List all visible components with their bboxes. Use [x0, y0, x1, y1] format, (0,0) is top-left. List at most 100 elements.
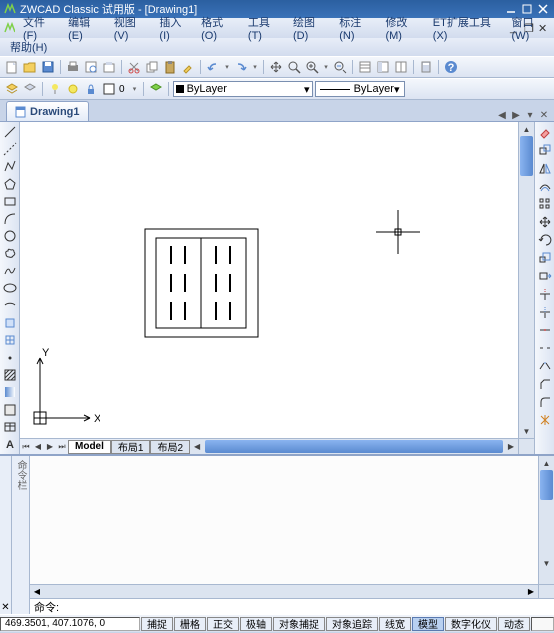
status-otrack[interactable]: 对象追踪 — [326, 617, 378, 631]
menu-edit[interactable]: 编辑(E) — [62, 12, 108, 44]
make-block-tool[interactable] — [2, 333, 18, 348]
arc-tool[interactable] — [2, 211, 18, 226]
calculator-button[interactable] — [418, 59, 434, 75]
new-button[interactable] — [4, 59, 20, 75]
rectangle-tool[interactable] — [2, 194, 18, 209]
stretch-tool[interactable] — [537, 268, 553, 284]
scroll-down-icon[interactable]: ▼ — [519, 424, 534, 438]
cmd-scroll-right-icon[interactable]: ▶ — [524, 585, 538, 598]
mtext-tool[interactable]: A — [2, 437, 18, 452]
insert-block-tool[interactable] — [2, 315, 18, 330]
layout-prev-button[interactable]: ◀ — [32, 440, 44, 454]
mdi-close-button[interactable]: ✕ — [538, 22, 550, 34]
menu-view[interactable]: 视图(V) — [108, 12, 154, 44]
chamfer-tool[interactable] — [537, 376, 553, 392]
doctab-menu-button[interactable]: ▾ — [524, 109, 536, 121]
status-digitizer[interactable]: 数字化仪 — [445, 617, 497, 631]
zoom-dropdown[interactable]: ▾ — [322, 59, 330, 75]
region-tool[interactable] — [2, 402, 18, 417]
array-tool[interactable] — [537, 196, 553, 212]
scroll-left-icon[interactable]: ◀ — [190, 439, 204, 454]
status-osnap[interactable]: 对象捕捉 — [273, 617, 325, 631]
command-panel-handle[interactable]: ✕ — [0, 456, 12, 614]
menu-format[interactable]: 格式(O) — [195, 12, 242, 44]
layer-previous-button[interactable] — [22, 81, 38, 97]
command-panel-tab[interactable]: 命令栏 — [12, 456, 30, 614]
menu-etx[interactable]: ET扩展工具(X) — [427, 12, 506, 44]
zoom-realtime-button[interactable] — [286, 59, 302, 75]
canvas-scrollbar-h[interactable]: ◀ ▶ — [190, 438, 518, 454]
hatch-tool[interactable] — [2, 367, 18, 382]
drawing-canvas[interactable]: Y X — [20, 122, 518, 438]
redo-button[interactable] — [233, 59, 249, 75]
trim-tool[interactable] — [537, 286, 553, 302]
print-preview-button[interactable] — [83, 59, 99, 75]
break-tool[interactable] — [537, 340, 553, 356]
undo-dropdown[interactable]: ▾ — [223, 59, 231, 75]
doctab-prev-button[interactable]: ◀ — [496, 109, 508, 121]
status-dyn[interactable]: 动态 — [498, 617, 530, 631]
mdi-restore-button[interactable]: ❐ — [524, 22, 536, 34]
scale-tool[interactable] — [537, 250, 553, 266]
status-lwt[interactable]: 线宽 — [379, 617, 411, 631]
scroll-up-icon[interactable]: ▲ — [519, 122, 534, 136]
layout-first-button[interactable]: ⏮ — [20, 440, 32, 454]
polygon-tool[interactable] — [2, 176, 18, 191]
revision-cloud-tool[interactable] — [2, 246, 18, 261]
redo-dropdown[interactable]: ▾ — [251, 59, 259, 75]
menu-insert[interactable]: 插入(I) — [153, 12, 195, 44]
status-grid[interactable]: 栅格 — [174, 617, 206, 631]
undo-button[interactable] — [205, 59, 221, 75]
layout-tab-model[interactable]: Model — [68, 440, 111, 454]
layout-last-button[interactable]: ⏭ — [56, 440, 68, 454]
copy-tool[interactable] — [537, 142, 553, 158]
layout-next-button[interactable]: ▶ — [44, 440, 56, 454]
menu-modify[interactable]: 修改(M) — [379, 12, 426, 44]
zoom-window-button[interactable] — [304, 59, 320, 75]
mirror-tool[interactable] — [537, 160, 553, 176]
join-tool[interactable] — [537, 358, 553, 374]
gradient-tool[interactable] — [2, 385, 18, 400]
color-select[interactable]: ByLayer ▾ — [173, 81, 313, 97]
cmd-scroll-left-icon[interactable]: ◀ — [30, 585, 44, 598]
scroll-thumb-v[interactable] — [520, 136, 533, 176]
break-at-point-tool[interactable] — [537, 322, 553, 338]
construction-line-tool[interactable] — [2, 141, 18, 156]
tool-palettes-button[interactable] — [393, 59, 409, 75]
save-button[interactable] — [40, 59, 56, 75]
menu-dimension[interactable]: 标注(N) — [333, 12, 379, 44]
erase-tool[interactable] — [537, 124, 553, 140]
command-scrollbar-h[interactable]: ◀ ▶ — [30, 584, 554, 598]
ellipse-tool[interactable] — [2, 280, 18, 295]
status-model[interactable]: 模型 — [412, 617, 444, 631]
command-history[interactable] — [30, 456, 538, 584]
print-button[interactable] — [65, 59, 81, 75]
offset-tool[interactable] — [537, 178, 553, 194]
circle-tool[interactable] — [2, 228, 18, 243]
spline-tool[interactable] — [2, 263, 18, 278]
scroll-thumb-h[interactable] — [205, 440, 503, 453]
polyline-tool[interactable] — [2, 159, 18, 174]
layer-on-icon[interactable] — [47, 81, 63, 97]
linetype-select[interactable]: ByLayer ▾ — [315, 81, 405, 97]
layout-tab-1[interactable]: 布局1 — [111, 440, 151, 454]
cmd-scroll-down-icon[interactable]: ▼ — [539, 556, 554, 570]
cmd-scroll-up-icon[interactable]: ▲ — [539, 456, 554, 470]
mdi-minimize-button[interactable]: _ — [510, 22, 522, 34]
doctab-next-button[interactable]: ▶ — [510, 109, 522, 121]
status-polar[interactable]: 极轴 — [240, 617, 272, 631]
match-properties-button[interactable] — [180, 59, 196, 75]
extend-tool[interactable] — [537, 304, 553, 320]
layer-lock-icon[interactable] — [83, 81, 99, 97]
move-tool[interactable] — [537, 214, 553, 230]
paste-button[interactable] — [162, 59, 178, 75]
layer-freeze-icon[interactable] — [65, 81, 81, 97]
layer-manager-button[interactable] — [4, 81, 20, 97]
cut-button[interactable] — [126, 59, 142, 75]
status-snap[interactable]: 捕捉 — [141, 617, 173, 631]
canvas-scrollbar-v[interactable]: ▲ ▼ — [518, 122, 534, 438]
table-tool[interactable] — [2, 419, 18, 434]
open-button[interactable] — [22, 59, 38, 75]
document-tab-active[interactable]: Drawing1 — [6, 101, 89, 121]
point-tool[interactable] — [2, 350, 18, 365]
